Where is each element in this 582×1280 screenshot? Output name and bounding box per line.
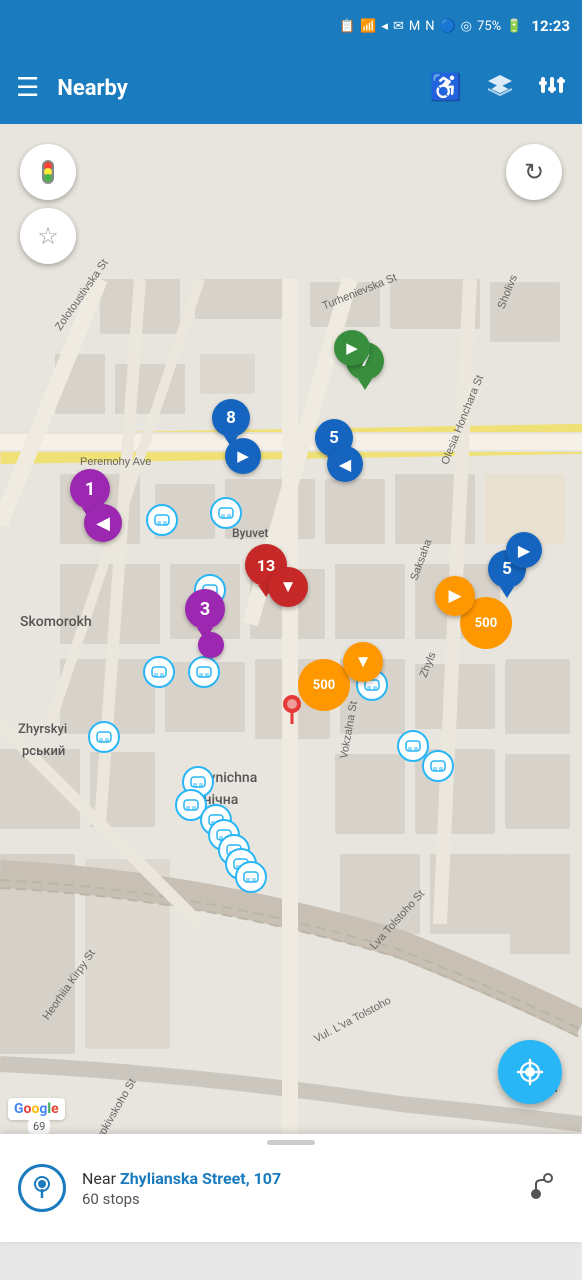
google-attribution: 69 (28, 1119, 50, 1134)
orange-arrow-1[interactable]: ▶ (435, 576, 475, 616)
google-logo: Google (8, 1098, 65, 1120)
cluster-13-arrow[interactable]: ▼ (268, 567, 308, 607)
bus-stop-1[interactable] (146, 504, 178, 536)
location-icon: ◎ (461, 19, 472, 34)
red-location-pin (282, 694, 302, 730)
near-label: Near Zhylianska Street, 107 (82, 1169, 520, 1188)
layers-button[interactable] (486, 71, 514, 105)
drag-handle[interactable] (267, 1140, 315, 1145)
bus-stop-16[interactable] (235, 861, 267, 893)
bottom-panel: Near Zhylianska Street, 107 60 stops (0, 1134, 582, 1242)
cluster-1-arrow[interactable]: ◀ (84, 504, 122, 542)
top-bar-actions: ♿ (430, 71, 566, 105)
msg-icon: ✉ (393, 19, 404, 34)
direction-icon: ◂ (381, 19, 388, 34)
status-bar: 📋 📶 ◂ ✉ M N 🔵 ◎ 75% 🔋 12:23 (0, 0, 582, 52)
near-prefix: Near (82, 1169, 116, 1188)
bus-stop-5[interactable] (188, 656, 220, 688)
star-icon: ☆ (37, 222, 59, 250)
bus-stop-4[interactable] (143, 656, 175, 688)
top-bar: ☰ Nearby ♿ (0, 52, 582, 124)
cluster-5b-arrow[interactable]: ▶ (506, 532, 542, 568)
stops-count: 60 stops (82, 1190, 520, 1208)
bus-stop-7[interactable] (88, 721, 120, 753)
mail-icon: M (409, 19, 420, 34)
location-indicator (18, 1164, 66, 1212)
bluetooth-icon: 🔵 (439, 19, 455, 34)
cluster-3-dot[interactable] (198, 632, 224, 658)
cluster-7-arrow[interactable]: ▶ (334, 330, 370, 366)
nfc-icon: N (425, 19, 434, 34)
traffic-light-button[interactable] (20, 144, 76, 200)
wifi-icon: 📶 (360, 19, 376, 34)
favorites-button[interactable]: ☆ (20, 208, 76, 264)
bottom-info-text: Near Zhylianska Street, 107 60 stops (82, 1169, 520, 1208)
cluster-8-arrow[interactable]: ▶ (225, 438, 261, 474)
filters-button[interactable] (538, 71, 566, 105)
status-icons: 📋 📶 ◂ ✉ M N 🔵 ◎ 75% 🔋 12:23 (339, 17, 570, 35)
status-time: 12:23 (531, 17, 570, 35)
refresh-icon: ↻ (524, 158, 544, 186)
bus-stop-9[interactable] (422, 750, 454, 782)
sim-icon: 📋 (339, 19, 355, 34)
menu-button[interactable]: ☰ (16, 73, 39, 103)
my-location-button[interactable] (498, 1040, 562, 1104)
battery-icon: 🔋 (506, 19, 522, 34)
refresh-button[interactable]: ↻ (506, 144, 562, 200)
page-title: Nearby (57, 76, 415, 101)
map-area[interactable]: Zolotoustivska St Turhenievska St Sholiv… (0, 124, 582, 1134)
bus-stop-2[interactable] (210, 497, 242, 529)
street-name[interactable]: Zhylianska Street, 107 (120, 1169, 281, 1188)
route-button[interactable] (520, 1164, 564, 1212)
accessibility-button[interactable]: ♿ (430, 73, 462, 103)
cluster-5a-arrow[interactable]: ◀ (327, 446, 363, 482)
badge-500-2[interactable]: 500 (298, 659, 350, 711)
battery-percent: 75% (477, 19, 501, 34)
orange-arrow-2[interactable]: ▼ (343, 642, 383, 682)
